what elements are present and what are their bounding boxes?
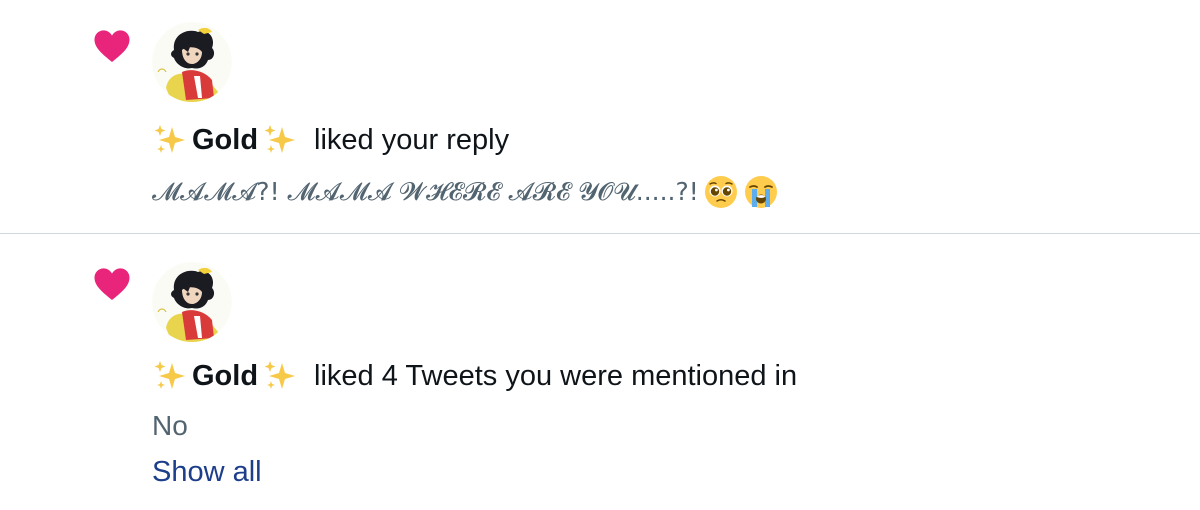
tweet-preview[interactable]: 𝓜𝓐𝓜𝓐?! 𝓜𝓐𝓜𝓐 𝓦𝓗𝓔𝓡𝓔 𝓐𝓡𝓔 𝓨𝓞𝓤.....?! xyxy=(152,174,779,210)
pleading-face-emoji xyxy=(704,176,737,208)
heart-icon xyxy=(94,268,130,300)
tweet-preview-text: No xyxy=(152,410,188,441)
avatar-image xyxy=(152,262,232,342)
avatar[interactable] xyxy=(152,262,232,342)
sparkles-icon xyxy=(154,125,185,153)
avatar-image xyxy=(152,22,232,102)
notification-action-text: liked 4 Tweets you were mentioned in xyxy=(314,359,798,392)
sparkles-icon xyxy=(264,361,296,389)
notification-action-text: liked your reply xyxy=(314,123,510,156)
notification-action-line: Gold liked your reply xyxy=(152,120,509,160)
tweet-preview-text: 𝓜𝓐𝓜𝓐?! 𝓜𝓐𝓜𝓐 𝓦𝓗𝓔𝓡𝓔 𝓐𝓡𝓔 𝓨𝓞𝓤.....?! xyxy=(152,177,699,206)
loudly-crying-face-emoji xyxy=(744,176,777,208)
notification-action-line: Gold liked 4 Tweets you were mentioned i… xyxy=(152,356,797,396)
sparkles-icon xyxy=(264,125,296,153)
heart-icon xyxy=(94,30,130,62)
tweet-preview[interactable]: No xyxy=(152,406,188,446)
notification-item[interactable]: Gold liked your reply 𝓜𝓐𝓜𝓐?! 𝓜𝓐𝓜𝓐 𝓦𝓗𝓔𝓡𝓔 … xyxy=(0,0,1200,233)
username-link[interactable]: Gold xyxy=(192,124,258,157)
show-all-link[interactable]: Show all xyxy=(152,456,262,489)
sparkles-icon xyxy=(154,361,185,389)
notification-item[interactable]: Gold liked 4 Tweets you were mentioned i… xyxy=(0,234,1200,510)
avatar[interactable] xyxy=(152,22,232,102)
username-link[interactable]: Gold xyxy=(192,360,258,393)
